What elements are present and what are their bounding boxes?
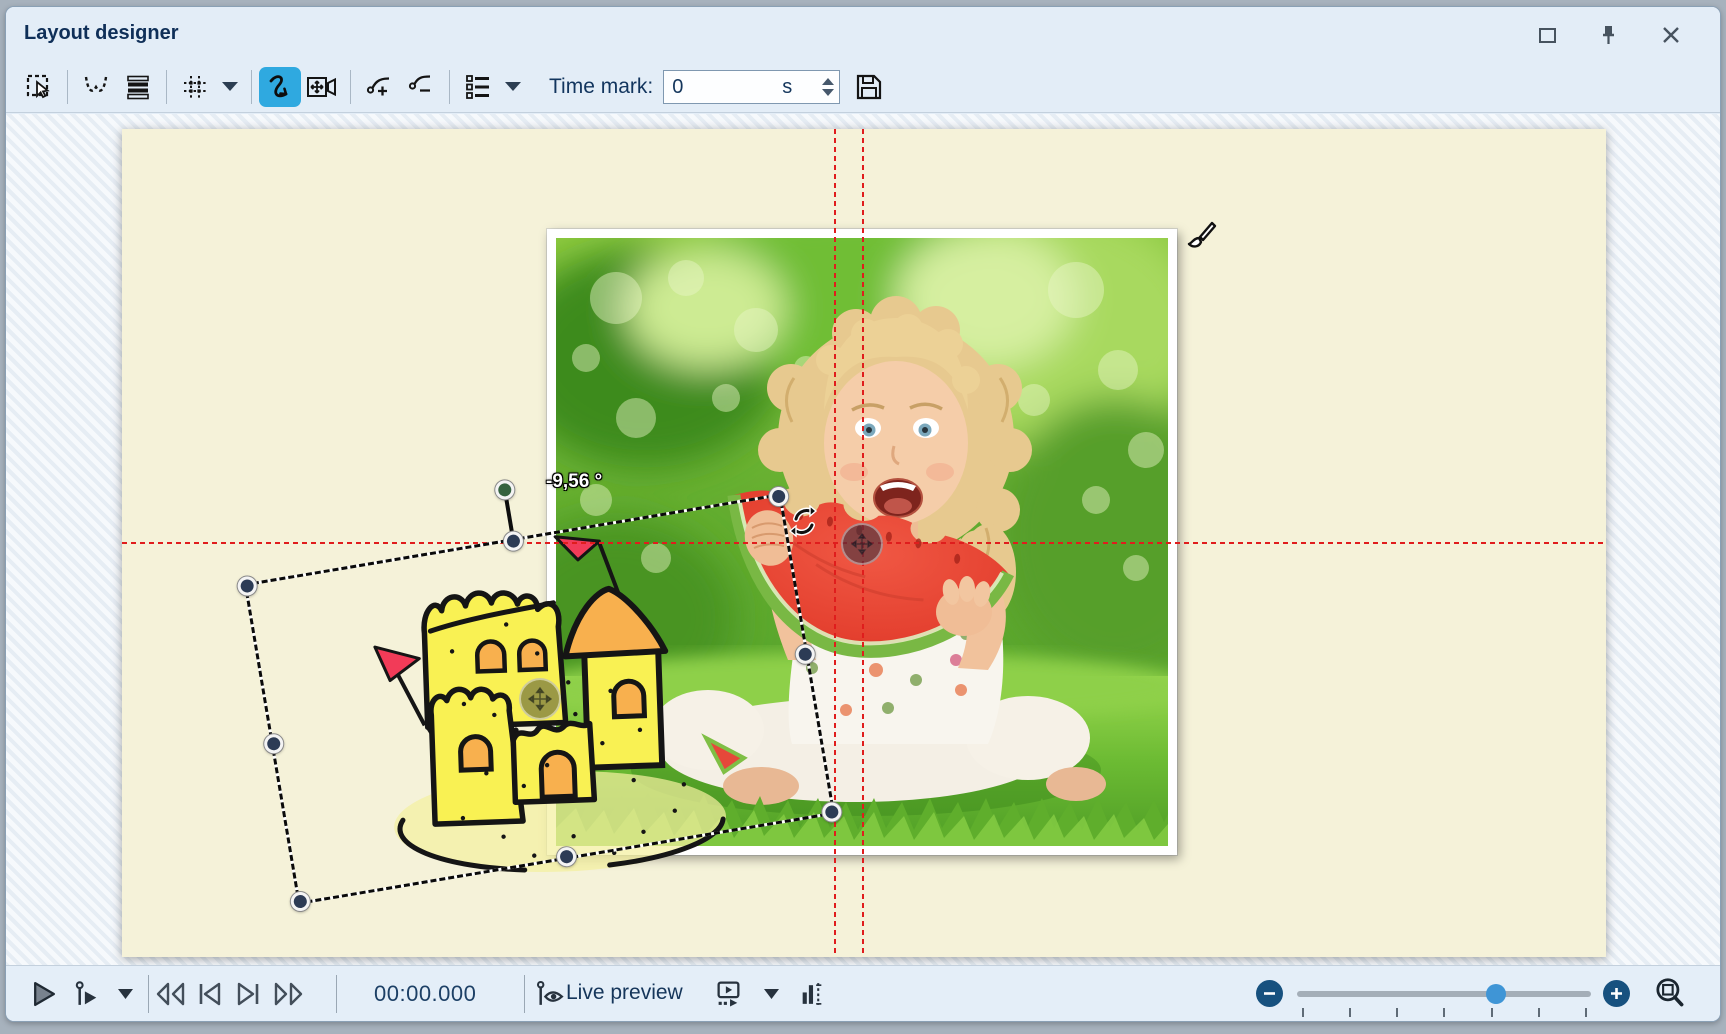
chevron-down-icon — [117, 988, 134, 1000]
keyframe-add-icon — [365, 73, 393, 101]
close-icon — [1661, 25, 1681, 45]
rewind-icon — [154, 981, 188, 1007]
next-icon — [234, 981, 262, 1007]
zoom-controls — [1250, 966, 1720, 1022]
zoom-slider-ticks — [1302, 1008, 1587, 1017]
preview-options-dropdown[interactable] — [758, 966, 784, 1022]
time-mark-label: Time mark: — [549, 75, 653, 99]
skip-to-end-button[interactable] — [230, 966, 266, 1022]
previous-icon — [196, 981, 224, 1007]
rotation-angle-label: -9,56 ° — [546, 471, 602, 493]
layers-tool-button[interactable] — [117, 67, 159, 107]
zoom-in-button[interactable] — [1603, 980, 1630, 1007]
zoom-slider-thumb[interactable] — [1486, 984, 1506, 1004]
toolbar-separator — [67, 70, 68, 104]
play-options-dropdown[interactable] — [112, 966, 138, 1022]
playback-bar: 00:00.000 Live preview — [6, 965, 1720, 1021]
bar-separator — [336, 975, 337, 1013]
layout-designer-window: Layout designer — [5, 6, 1721, 1022]
bar-separator — [524, 975, 525, 1013]
grid-tool-button[interactable] — [174, 67, 216, 107]
maximize-button[interactable] — [1530, 21, 1564, 49]
performance-monitor-button[interactable] — [796, 966, 828, 1022]
move-icon — [528, 687, 552, 711]
move-icon — [851, 533, 873, 555]
photo-center-marker[interactable] — [841, 523, 883, 565]
rotate-handle[interactable] — [493, 479, 515, 501]
zoom-slider-track[interactable] — [1297, 991, 1591, 997]
skip-back-fast-button[interactable] — [152, 966, 190, 1022]
save-button[interactable] — [848, 67, 890, 107]
object-list-tool-button[interactable] — [457, 67, 499, 107]
motion-path-icon — [265, 72, 295, 102]
chevron-down-icon — [763, 988, 780, 1000]
time-mark-input[interactable]: 0 s — [663, 70, 840, 104]
toolbar-separator — [449, 70, 450, 104]
select-tool-button[interactable] — [18, 67, 60, 107]
toolbar-separator — [350, 70, 351, 104]
maximize-icon — [1538, 27, 1557, 44]
slide-canvas[interactable]: -9,56 ° — [122, 129, 1606, 957]
plus-icon — [1609, 986, 1624, 1001]
keyframe-add-tool-button[interactable] — [358, 67, 400, 107]
toolbar-separator — [251, 70, 252, 104]
live-preview-label: Live preview — [566, 981, 683, 1005]
play-from-marker-icon — [73, 980, 103, 1008]
zoom-fit-button[interactable] — [1648, 966, 1692, 1022]
layers-icon — [124, 73, 152, 101]
motion-path-tool-button[interactable] — [259, 67, 301, 107]
pin-icon — [1598, 24, 1620, 46]
rotate-cursor — [788, 505, 820, 544]
time-mark-spinner[interactable] — [820, 74, 836, 100]
toolbar-separator — [166, 70, 167, 104]
camera-pan-icon — [306, 73, 338, 101]
designer-toolbar: Time mark: 0 s — [6, 61, 1720, 113]
grid-dropdown-arrow[interactable] — [222, 82, 238, 91]
brush-cursor — [1184, 217, 1220, 258]
playback-time: 00:00.000 — [374, 981, 476, 1007]
live-preview-toggle[interactable] — [534, 966, 566, 1022]
time-mark-value: 0 — [672, 76, 683, 99]
play-from-time-mark-button[interactable] — [68, 966, 108, 1022]
play-icon — [30, 980, 58, 1008]
designer-workspace: -9,56 ° — [6, 114, 1720, 967]
spinner-up-icon — [822, 78, 834, 85]
object-list-icon — [464, 73, 492, 101]
play-button[interactable] — [26, 966, 62, 1022]
grid-icon — [181, 73, 209, 101]
keyframe-remove-icon — [407, 73, 435, 101]
window-title: Layout designer — [24, 22, 178, 45]
zoom-out-button[interactable] — [1256, 980, 1283, 1007]
keyframe-remove-tool-button[interactable] — [400, 67, 442, 107]
select-icon — [25, 73, 53, 101]
handle-bottom-left[interactable] — [289, 891, 311, 913]
pin-button[interactable] — [1592, 21, 1626, 49]
spinner-down-icon — [822, 89, 834, 96]
preview-in-window-button[interactable] — [710, 966, 748, 1022]
close-button[interactable] — [1654, 21, 1688, 49]
save-icon — [854, 72, 884, 102]
handle-left[interactable] — [263, 733, 285, 755]
minus-icon — [1262, 986, 1277, 1001]
zoom-fit-icon — [1652, 976, 1688, 1012]
skip-forward-fast-button[interactable] — [268, 966, 308, 1022]
bar-separator — [148, 975, 149, 1013]
object-list-dropdown-arrow[interactable] — [505, 82, 521, 91]
handle-top-left[interactable] — [236, 575, 258, 597]
live-preview-icon — [535, 980, 565, 1008]
time-mark-unit: s — [782, 76, 792, 99]
skip-to-start-button[interactable] — [192, 966, 228, 1022]
fast-forward-icon — [271, 981, 305, 1007]
edit-path-tool-button[interactable] — [75, 67, 117, 107]
title-bar: Layout designer — [6, 7, 1720, 61]
camera-pan-tool-button[interactable] — [301, 67, 343, 107]
selection-center-move-handle[interactable] — [519, 678, 561, 720]
preview-window-icon — [714, 980, 744, 1008]
performance-monitor-icon — [799, 980, 825, 1008]
edit-path-icon — [82, 73, 110, 101]
